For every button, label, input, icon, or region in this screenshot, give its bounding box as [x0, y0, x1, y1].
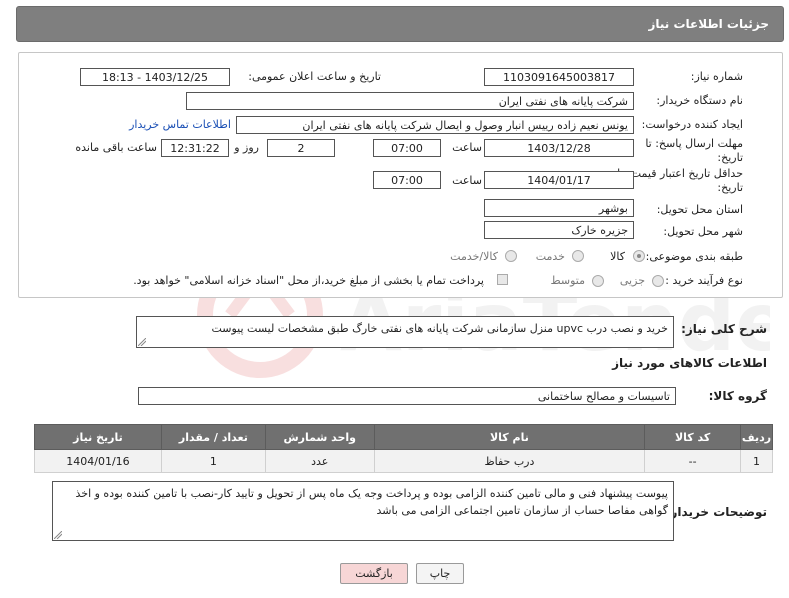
purchase-type-label: نوع فرآیند خرید :: [665, 274, 743, 287]
print-button[interactable]: چاپ: [416, 563, 464, 584]
creator-label: ایجاد کننده درخواست:: [641, 118, 743, 131]
cell-code: --: [644, 449, 742, 473]
deadline-date-sub-label: تاریخ:: [717, 151, 743, 164]
buyer-org-field: شرکت پایانه های نفتی ایران: [186, 92, 634, 110]
category-option-service: خدمت: [535, 250, 565, 263]
validity-time-field: 07:00: [373, 171, 441, 189]
buyer-notes-label: توضیحات خریدار:: [665, 505, 767, 519]
days-remaining-field: 2: [267, 139, 335, 157]
remaining-time-field: 12:31:22: [161, 139, 229, 157]
summary-textarea: خرید و نصب درب upvc منزل سازمانی شرکت پا…: [136, 316, 674, 348]
city-field: جزیره خارک: [484, 221, 634, 239]
buyer-org-label: نام دستگاه خریدار:: [656, 94, 743, 107]
validity-date-field: 1404/01/17: [484, 171, 634, 189]
goods-table: ردیف کد کالا نام کالا واحد شمارش تعداد /…: [34, 424, 773, 473]
purchase-option-minor: جزیی: [619, 274, 645, 287]
page-header: جزئیات اطلاعات نیاز: [16, 6, 784, 42]
remaining-time-label: ساعت باقی مانده: [75, 141, 157, 154]
purchase-radio-minor[interactable]: [652, 275, 664, 287]
table-row: 1 -- درب حفاظ عدد 1 1404/01/16: [34, 449, 773, 473]
deadline-date-field: 1403/12/28: [484, 139, 634, 157]
back-button[interactable]: بازگشت: [340, 563, 408, 584]
deadline-time-label: ساعت: [452, 141, 482, 154]
summary-text: خرید و نصب درب upvc منزل سازمانی شرکت پا…: [211, 322, 668, 335]
deadline-label: مهلت ارسال پاسخ: تا: [645, 137, 743, 150]
goods-group-label: گروه کالا:: [708, 389, 767, 403]
cell-unit: عدد: [264, 449, 375, 473]
buyer-contact-link[interactable]: اطلاعات تماس خریدار: [129, 118, 231, 131]
category-option-goods-service: کالا/خدمت: [450, 250, 498, 263]
goods-section-title: اطلاعات کالاهای مورد نیاز: [612, 356, 767, 370]
category-option-goods: کالا: [610, 250, 625, 263]
province-label: استان محل تحویل:: [656, 203, 743, 216]
category-radio-service[interactable]: [572, 250, 584, 262]
cell-date: 1404/01/16: [34, 449, 162, 473]
cell-name: درب حفاظ: [373, 449, 646, 473]
col-code: کد کالا: [644, 424, 742, 450]
category-radio-goods[interactable]: [633, 250, 645, 262]
city-label: شهر محل تحویل:: [663, 225, 743, 238]
validity-label: حداقل تاریخ اعتبار قیمت: تا: [617, 167, 743, 180]
col-date: تاریخ نیاز: [34, 424, 162, 450]
col-row: ردیف: [740, 424, 773, 450]
col-name: نام کالا: [373, 424, 646, 450]
goods-table-header: ردیف کد کالا نام کالا واحد شمارش تعداد /…: [34, 424, 773, 450]
validity-date-sub-label: تاریخ:: [717, 181, 743, 194]
summary-label: شرح کلی نیاز:: [681, 322, 767, 336]
col-qty: تعداد / مقدار: [160, 424, 266, 450]
category-radio-goods-service[interactable]: [505, 250, 517, 262]
creator-field: یونس نعیم زاده رییس انبار وصول و ایصال ش…: [236, 116, 634, 134]
page-title: جزئیات اطلاعات نیاز: [648, 17, 769, 31]
cell-qty: 1: [160, 449, 266, 473]
buyer-notes-textarea: پیوست پیشنهاد فنی و مالی تامین کننده الز…: [52, 481, 674, 541]
purchase-radio-medium[interactable]: [592, 275, 604, 287]
col-unit: واحد شمارش: [264, 424, 375, 450]
goods-group-field: تاسیسات و مصالح ساختمانی: [138, 387, 676, 405]
buyer-notes-text: پیوست پیشنهاد فنی و مالی تامین کننده الز…: [75, 487, 669, 517]
category-label: طبقه بندی موضوعی:: [645, 250, 743, 263]
resize-grip-icon[interactable]: [138, 338, 146, 346]
cell-row: 1: [740, 449, 773, 473]
purchase-option-medium: متوسط: [550, 274, 585, 287]
need-number-label: شماره نیاز:: [690, 70, 743, 83]
deadline-time-field: 07:00: [373, 139, 441, 157]
validity-time-label: ساعت: [452, 174, 482, 187]
days-label: روز و: [234, 141, 259, 154]
need-number-field: 1103091645003817: [484, 68, 634, 86]
goods-table-container: ردیف کد کالا نام کالا واحد شمارش تعداد /…: [34, 424, 773, 473]
treasury-note: پرداخت تمام یا بخشی از مبلغ خرید،از محل …: [133, 274, 484, 287]
resize-grip-icon[interactable]: [54, 531, 62, 539]
province-field: بوشهر: [484, 199, 634, 217]
announce-date-field: 1403/12/25 - 18:13: [80, 68, 230, 86]
announce-date-label: تاریخ و ساعت اعلان عمومی:: [248, 70, 381, 83]
treasury-checkbox[interactable]: [497, 274, 508, 285]
